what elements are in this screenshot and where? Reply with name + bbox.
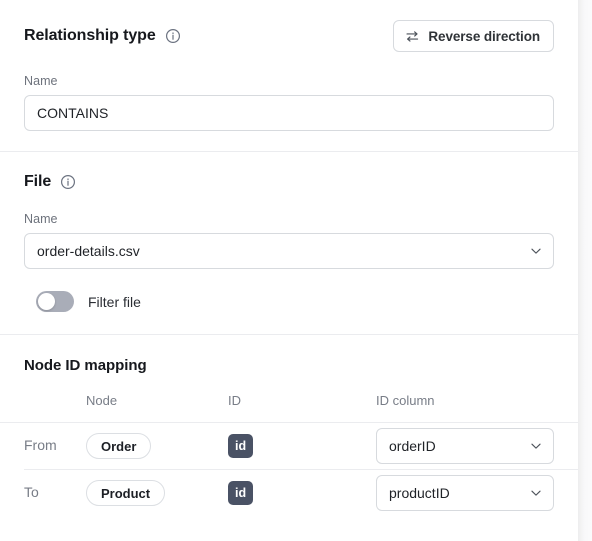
column-header-node: Node	[86, 393, 118, 408]
row-id-cell: id	[228, 470, 376, 516]
relationship-name-input[interactable]	[24, 95, 554, 131]
id-badge: id	[228, 434, 254, 458]
relationship-type-header: Relationship type Reverse direction	[24, 20, 554, 52]
reverse-direction-button[interactable]: Reverse direction	[393, 20, 554, 52]
id-column-select-wrap-from: orderID	[376, 428, 554, 464]
reverse-direction-label: Reverse direction	[428, 28, 540, 44]
file-name-field: Name order-details.csv	[24, 212, 554, 269]
id-badge: id	[228, 481, 254, 505]
node-id-mapping-table: Node ID ID column From Order id orderID …	[0, 393, 578, 516]
row-id-column-cell: productID	[376, 470, 578, 516]
node-id-mapping-title: Node ID mapping	[24, 357, 147, 374]
file-name-select-wrap: order-details.csv	[24, 233, 554, 269]
file-section: File Name order-details.csv Filter file	[0, 152, 578, 334]
filter-file-label: Filter file	[88, 293, 141, 310]
id-column-select-to[interactable]: productID	[376, 475, 554, 511]
column-header-id: ID	[228, 393, 241, 408]
id-column-value-to: productID	[389, 485, 450, 501]
node-chip-order[interactable]: Order	[86, 433, 152, 459]
swap-horizontal-icon	[405, 29, 420, 44]
id-column-select-from[interactable]: orderID	[376, 428, 554, 464]
node-id-mapping-section: Node ID mapping Node ID ID column From O…	[0, 335, 578, 516]
row-node-cell: Product	[86, 470, 228, 516]
filter-file-toggle[interactable]	[36, 291, 74, 312]
row-node-cell: Order	[86, 423, 228, 469]
file-name-select[interactable]: order-details.csv	[24, 233, 554, 269]
id-column-value-from: orderID	[389, 438, 436, 454]
relationship-type-section: Relationship type Reverse direction Name…	[0, 0, 578, 151]
info-circle-icon[interactable]	[60, 174, 76, 190]
file-section-title: File	[24, 173, 52, 190]
row-id-column-cell: orderID	[376, 423, 578, 469]
id-column-select-wrap-to: productID	[376, 475, 554, 511]
row-direction-label: To	[24, 484, 39, 500]
file-name-label: Name	[24, 212, 58, 226]
filter-file-row: Filter file	[24, 291, 554, 312]
file-title-wrap: File	[24, 173, 554, 191]
node-chip-product[interactable]: Product	[86, 480, 166, 506]
panel-edge-shadow	[578, 0, 592, 541]
row-direction-cell: From	[24, 423, 86, 469]
column-header-direction	[24, 393, 86, 422]
relationship-type-title-wrap: Relationship type	[24, 27, 181, 45]
table-row: From Order id orderID	[24, 423, 578, 469]
relationship-type-title: Relationship type	[24, 27, 156, 44]
relationship-mapping-panel: Relationship type Reverse direction Name…	[0, 0, 578, 541]
column-header-id-column: ID column	[376, 393, 435, 408]
row-direction-cell: To	[24, 470, 86, 516]
table-row: To Product id productID	[24, 470, 578, 516]
row-direction-label: From	[24, 437, 57, 453]
row-id-cell: id	[228, 423, 376, 469]
file-name-value: order-details.csv	[37, 243, 140, 259]
info-circle-icon[interactable]	[165, 28, 181, 44]
relationship-name-field: Name	[24, 74, 554, 131]
relationship-name-label: Name	[24, 74, 58, 88]
table-header-row: Node ID ID column	[24, 393, 578, 422]
toggle-knob	[38, 293, 55, 310]
